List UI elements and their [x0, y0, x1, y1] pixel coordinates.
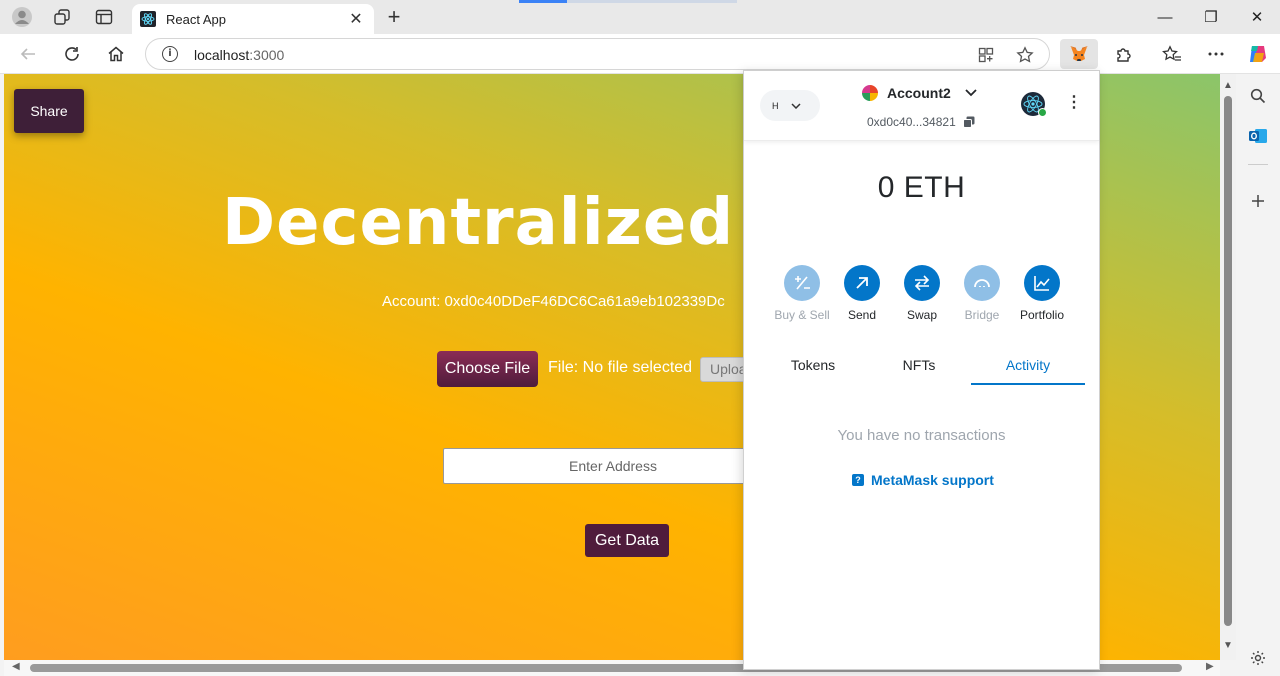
refresh-button[interactable] [60, 42, 84, 66]
support-link-label: MetaMask support [871, 472, 994, 488]
site-info-icon[interactable]: i [162, 46, 178, 62]
url-text[interactable]: localhost:3000 [194, 47, 284, 63]
copilot-icon[interactable] [1246, 42, 1270, 66]
bridge-icon [964, 265, 1000, 301]
loading-indicator [519, 0, 567, 3]
restore-button[interactable]: ❐ [1200, 6, 1222, 28]
support-icon: ? [852, 474, 864, 486]
connected-site-icon[interactable] [1021, 92, 1047, 117]
file-status-text: File: No file selected [548, 359, 693, 376]
url-field[interactable]: i localhost:3000 [145, 38, 1050, 70]
connected-status-dot [1038, 108, 1047, 117]
copy-icon[interactable] [963, 116, 975, 128]
browser-tab-bar: React App ✕ + — ❐ ✕ [0, 0, 1280, 34]
scroll-right-icon[interactable]: ▶ [1206, 661, 1214, 672]
scroll-up-icon[interactable]: ▲ [1223, 80, 1233, 91]
portfolio-label: Portfolio [1019, 308, 1065, 322]
choose-file-button[interactable]: Choose File [437, 351, 538, 387]
favorite-star-icon[interactable] [1015, 45, 1035, 65]
network-avatar: H [772, 100, 779, 111]
account-address-text: Account: 0xd0c40DDeF46DC6Ca61a9eb102339D… [382, 293, 725, 310]
browser-sidebar [1236, 74, 1280, 676]
account-selector[interactable]: Account2 [862, 85, 977, 101]
close-window-button[interactable]: ✕ [1246, 6, 1268, 28]
vertical-scroll-thumb[interactable] [1224, 96, 1232, 626]
favorites-icon[interactable] [1160, 42, 1184, 66]
vertical-scrollbar[interactable]: ▲ ▼ [1220, 74, 1236, 660]
tab-react-app[interactable]: React App ✕ [132, 4, 374, 34]
portfolio-button[interactable]: Portfolio [1004, 265, 1080, 322]
eth-balance: 0 ETH [877, 171, 966, 204]
back-button[interactable] [16, 42, 40, 66]
minimize-button[interactable]: — [1154, 6, 1176, 28]
account-name: Account2 [887, 85, 951, 101]
tab-actions-icon[interactable] [91, 5, 117, 29]
scroll-left-icon[interactable]: ◀ [12, 661, 20, 672]
loading-track [567, 0, 737, 3]
tab-activity[interactable]: Activity [971, 351, 1085, 385]
asset-tabs: Tokens NFTs Activity [770, 351, 1086, 385]
account-address[interactable]: 0xd0c40...34821 [867, 115, 975, 129]
app-available-icon[interactable] [976, 45, 996, 65]
share-button[interactable]: Share [14, 89, 84, 133]
tab-tokens[interactable]: Tokens [770, 351, 856, 385]
portfolio-icon [1024, 265, 1060, 301]
account-avatar [862, 85, 878, 101]
home-button[interactable] [104, 42, 128, 66]
get-data-button[interactable]: Get Data [585, 524, 669, 557]
more-options-icon[interactable] [1204, 42, 1228, 66]
new-tab-button[interactable]: + [382, 5, 406, 29]
account-options-icon[interactable]: ⋮ [1066, 95, 1082, 111]
metamask-extension-icon[interactable] [1060, 39, 1098, 69]
metamask-header: H Account2 0xd0c40...34821 ⋮ [744, 71, 1099, 141]
swap-icon [904, 265, 940, 301]
no-transactions-message: You have no transactions [837, 427, 1006, 444]
send-icon [844, 265, 880, 301]
buy-sell-icon [784, 265, 820, 301]
metamask-support-link[interactable]: ? MetaMask support [852, 472, 994, 488]
tab-nfts[interactable]: NFTs [876, 351, 962, 385]
tab-title: React App [166, 11, 226, 27]
chevron-down-icon [790, 102, 801, 109]
sidebar-settings-icon[interactable] [1246, 646, 1270, 670]
enter-address-input[interactable] [443, 448, 783, 484]
tab-close-icon[interactable]: ✕ [346, 9, 366, 29]
wallet-actions: Buy & Sell Send Swap Bridge Portfolio [764, 265, 1084, 325]
outlook-icon[interactable] [1246, 124, 1270, 148]
react-favicon-icon [140, 11, 156, 27]
chevron-down-icon [965, 89, 977, 97]
sidebar-divider [1248, 164, 1268, 165]
search-icon[interactable] [1246, 84, 1270, 108]
scroll-down-icon[interactable]: ▼ [1223, 640, 1233, 651]
network-selector[interactable]: H [760, 90, 820, 121]
extensions-icon[interactable] [1112, 42, 1136, 66]
add-sidebar-app-icon[interactable] [1246, 189, 1270, 213]
metamask-popup: H Account2 0xd0c40...34821 ⋮ 0 ETH Buy &… [743, 70, 1100, 670]
profile-icon[interactable] [9, 5, 35, 29]
workspaces-icon[interactable] [49, 5, 75, 29]
address-bar-row: i localhost:3000 [0, 34, 1280, 74]
